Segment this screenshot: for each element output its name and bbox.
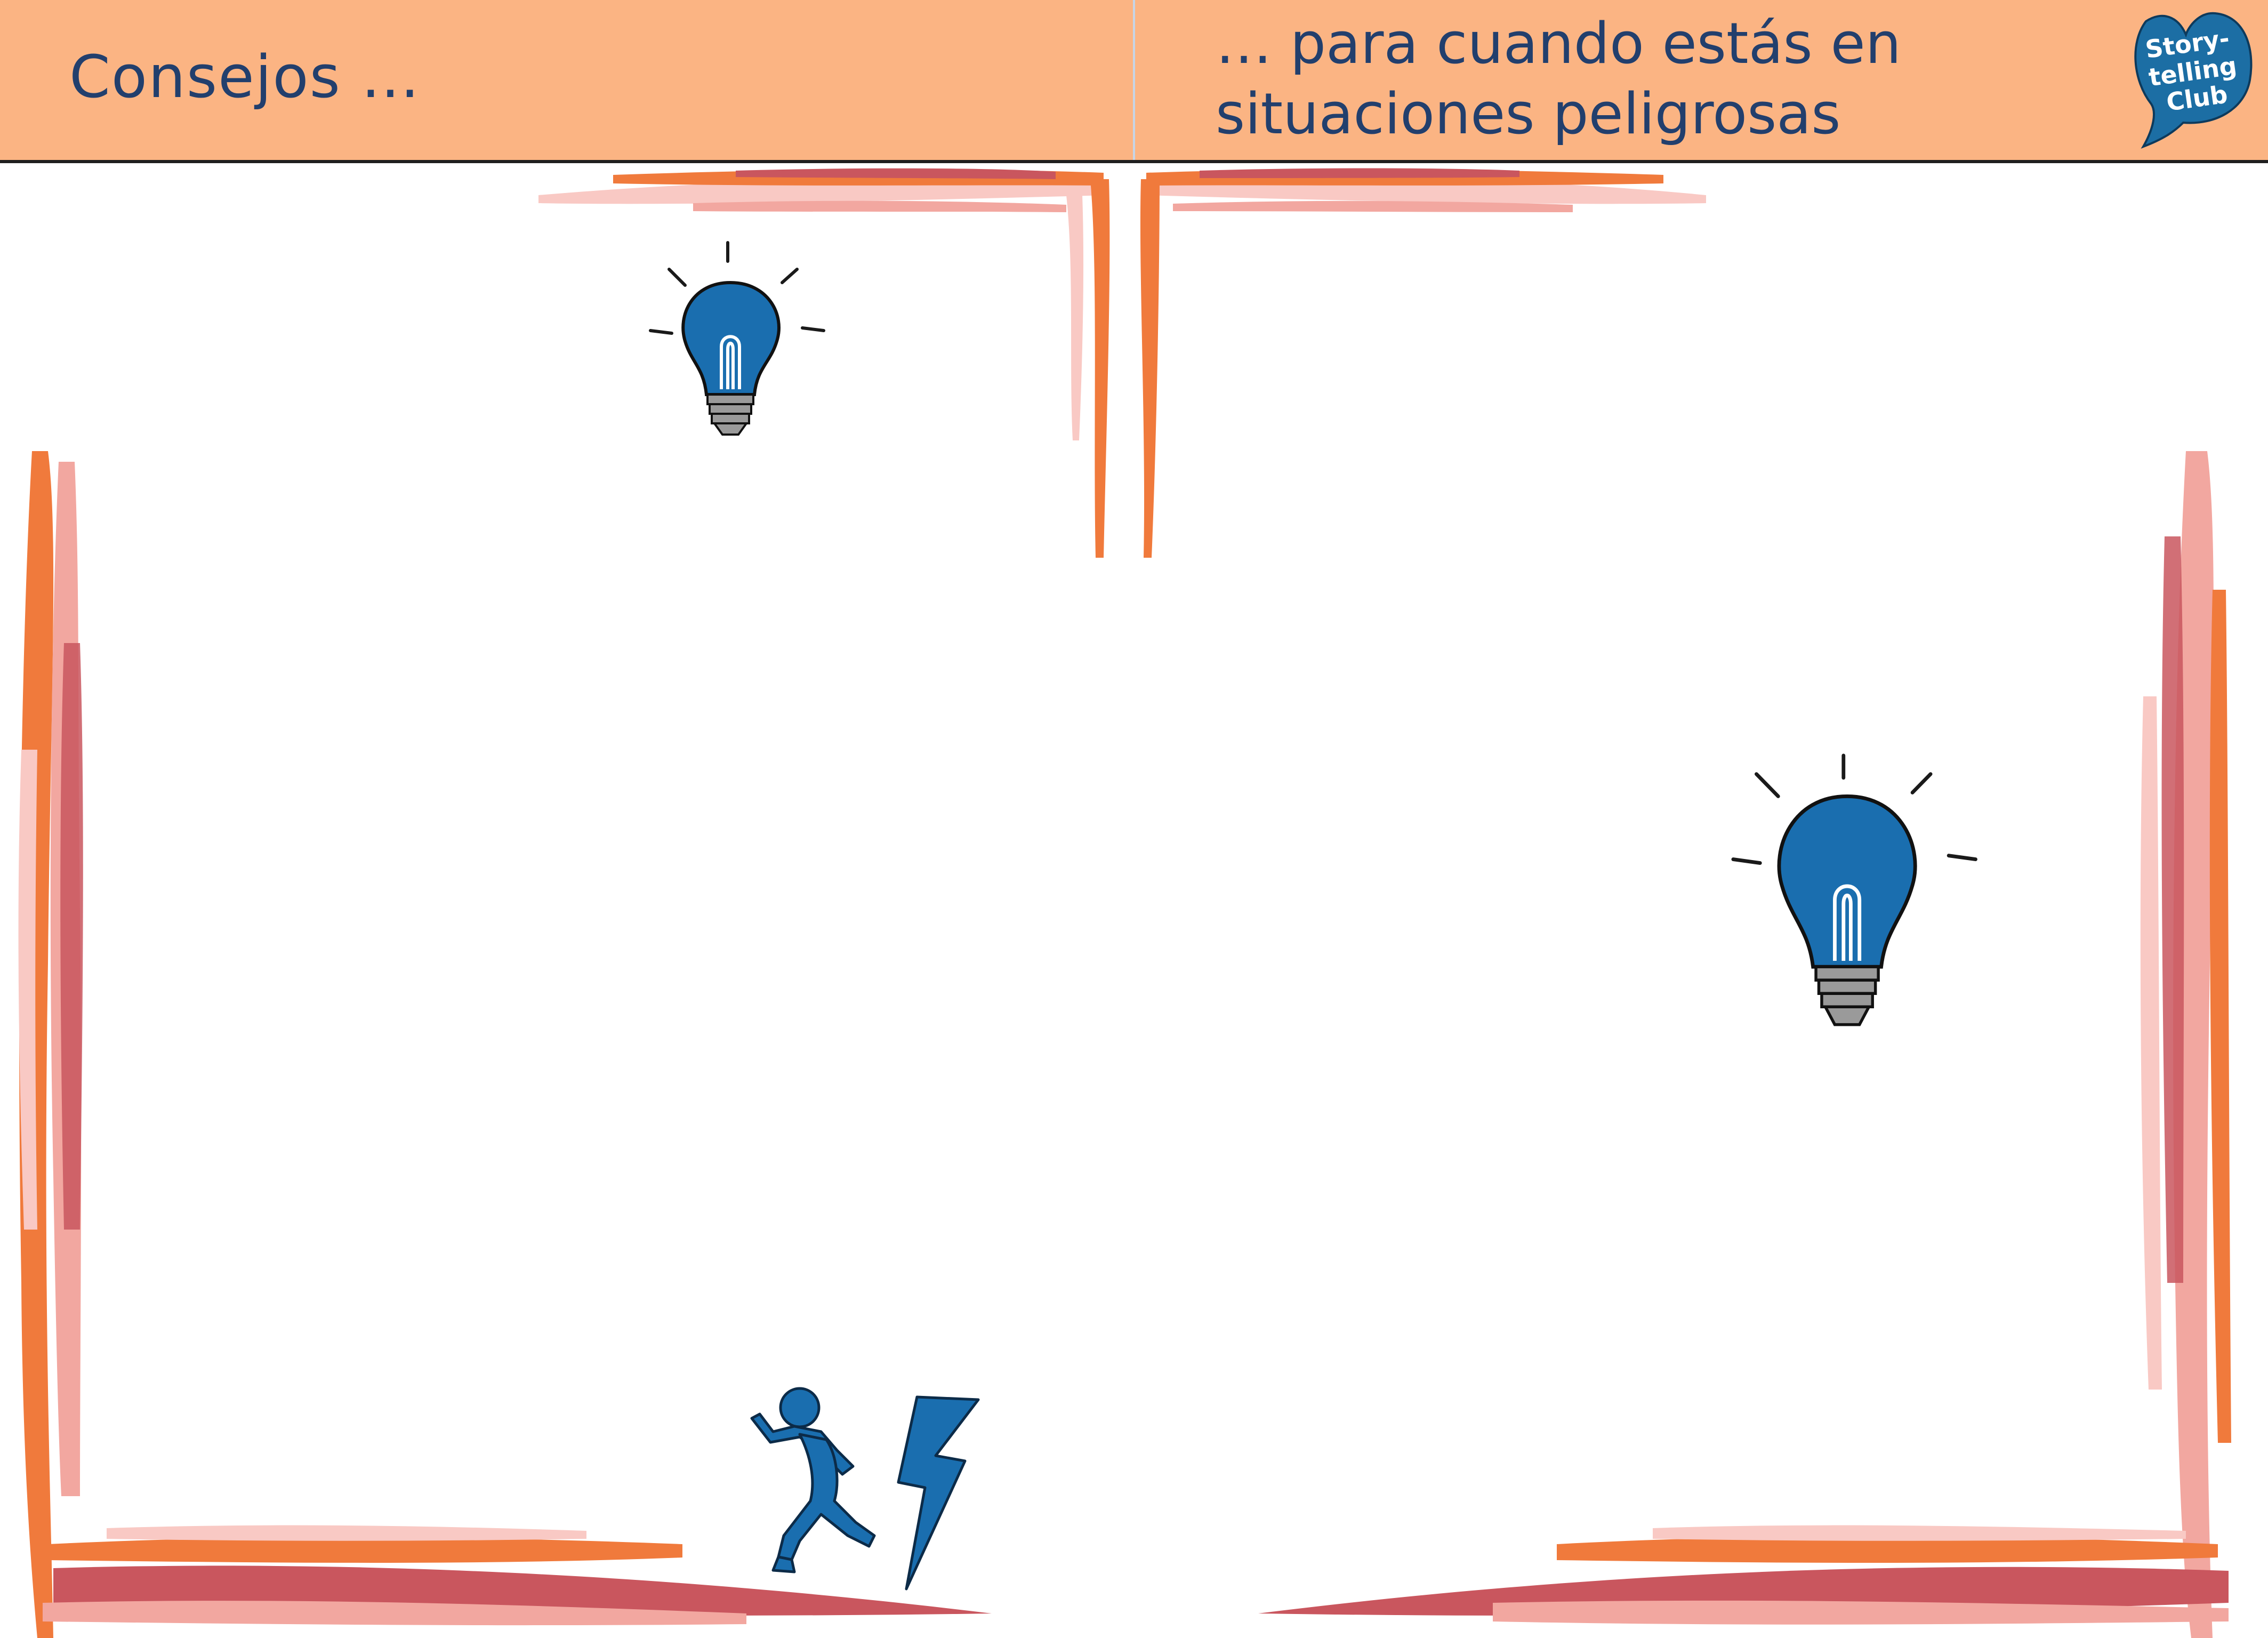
header-bar: Consejos … … para cuando estás en situac… xyxy=(0,0,2268,163)
header-divider xyxy=(1133,0,1135,160)
page-title-left: Consejos … xyxy=(69,43,421,111)
lightbulb-icon xyxy=(1731,753,1977,1026)
frame-bottom-right xyxy=(1258,1525,2229,1625)
lightning-bolt-icon xyxy=(897,1395,980,1591)
running-person-icon xyxy=(750,1387,980,1591)
frame-top-right xyxy=(1140,168,1706,558)
frame-right-side xyxy=(2140,451,2231,1638)
lightbulb-icon xyxy=(649,241,825,436)
page-title-right: … para cuando estás en situaciones pelig… xyxy=(1216,11,1901,147)
frame-left-side xyxy=(18,451,83,1638)
storytelling-club-logo: Story- telling Club xyxy=(2134,12,2253,149)
